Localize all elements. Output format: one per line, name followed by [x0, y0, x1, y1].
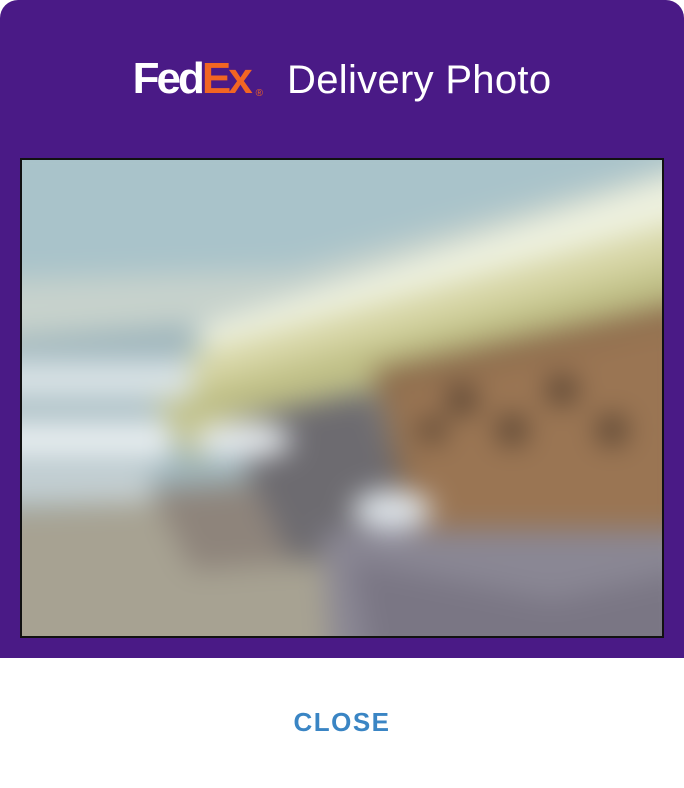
fedex-logo: Fed Ex ® [133, 57, 263, 101]
delivery-photo [20, 158, 664, 638]
logo-fed-text: Fed [132, 54, 205, 103]
dialog-footer: CLOSE [0, 658, 684, 788]
title-row: Fed Ex ® Delivery Photo [0, 50, 684, 110]
dialog-title: Delivery Photo [287, 57, 552, 102]
logo-registered-mark: ® [255, 88, 264, 99]
close-button[interactable]: CLOSE [273, 697, 410, 748]
delivery-photo-dialog: Fed Ex ® Delivery Photo CLOSE [0, 0, 684, 788]
logo-ex-text: Ex [201, 54, 253, 103]
dialog-header: Fed Ex ® Delivery Photo [0, 0, 684, 658]
delivery-photo-image [22, 160, 662, 636]
